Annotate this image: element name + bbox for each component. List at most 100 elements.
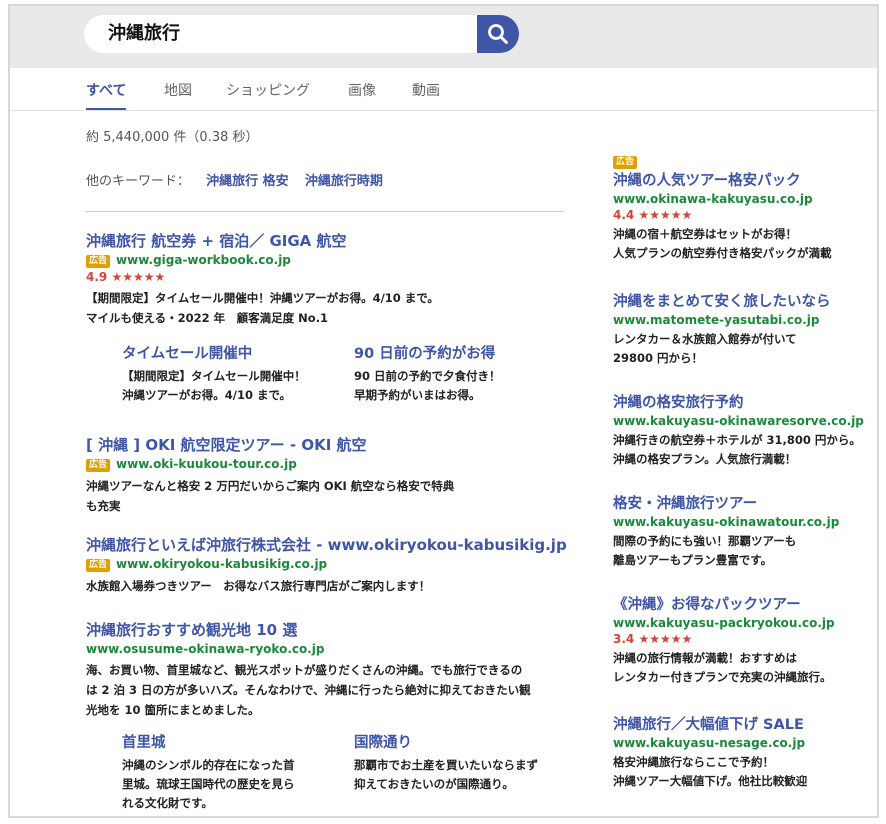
sitelink-title[interactable]: タイムセール開催中	[122, 342, 332, 363]
sitelink-line: 90 日前の予約で夕食付き！	[354, 369, 501, 383]
side-ad-title[interactable]: 沖縄の人気ツアー格安パック	[613, 169, 877, 190]
description-line: 沖縄ツアーなんと格安 2 万円だいからご案内 OKI 航空なら格安で特典	[86, 479, 455, 493]
side-ad-url[interactable]: www.kakuyasu-okinawatour.co.jp	[613, 515, 877, 529]
sitelink: 90 日前の予約がお得 90 日前の予約で夕食付き！ 早期予約がいまはお得。	[354, 342, 564, 405]
side-ad: 格安・沖縄旅行ツアー www.kakuyasu-okinawatour.co.j…	[613, 492, 877, 570]
side-ad-title[interactable]: 《沖縄》お得なパックツアー	[613, 593, 877, 614]
ad-badge: 広告	[86, 559, 111, 572]
description-line: 沖縄の宿＋航空券はセットがお得！	[613, 227, 797, 241]
result-title-link[interactable]: 沖縄旅行おすすめ観光地 10 選	[86, 619, 596, 640]
result-url[interactable]: www.okiryokou-kabusikig.co.jp	[116, 557, 327, 571]
tabs-divider	[10, 110, 877, 111]
tab-videos[interactable]: 動画	[412, 80, 440, 108]
related-keywords-label: 他のキーワード：	[86, 174, 191, 189]
description-line: 沖縄ツアー大幅値下げ。他社比較歓迎	[613, 774, 808, 788]
sitelink-line: れる文化財です。	[122, 796, 213, 810]
sitelink: 首里城 沖縄のシンボル的存在になった首 里城。琉球王国時代の歴史を見ら れる文化財で…	[122, 731, 332, 813]
rating-value: 3.4	[613, 632, 635, 646]
side-ad: 沖縄旅行／大幅値下げ SALE www.kakuyasu-nesage.co.j…	[613, 713, 877, 791]
tab-shopping[interactable]: ショッピング	[226, 80, 310, 108]
side-ad-url[interactable]: www.kakuyasu-nesage.co.jp	[613, 736, 877, 750]
description-line: 格安沖縄旅行ならここで予約！	[613, 755, 774, 769]
ad-badge: 広告	[86, 459, 111, 472]
result-url[interactable]: www.osusume-okinawa-ryoko.co.jp	[86, 642, 325, 656]
side-ad-url[interactable]: www.matomete-yasutabi.co.jp	[613, 313, 877, 327]
rating: 3.4 ★★★★★	[613, 632, 877, 646]
search-icon	[488, 24, 508, 44]
description-line: 沖縄の格安プラン。人気旅行満載！	[613, 452, 797, 466]
description-line: 離島ツアーもプラン豊富です。	[613, 553, 773, 567]
side-ad: 《沖縄》お得なパックツアー www.kakuyasu-packryokou.co…	[613, 593, 877, 687]
star-icons: ★★★★★	[638, 632, 693, 646]
sitelink-title[interactable]: 首里城	[122, 731, 332, 752]
sitelink-title[interactable]: 90 日前の予約がお得	[354, 342, 564, 363]
side-ad-url[interactable]: www.okinawa-kakuyasu.co.jp	[613, 192, 877, 206]
ad-badge: 広告	[86, 255, 111, 268]
description-line: 沖縄行きの航空券＋ホテルが 31,800 円から。	[613, 433, 861, 447]
rating: 4.9 ★★★★★	[86, 270, 596, 284]
description-line: 海、お買い物、首里城など、観光スポットが盛りだくさんの沖縄。でも旅行できるの	[86, 663, 523, 677]
side-ad-url[interactable]: www.kakuyasu-okinawaresorve.co.jp	[613, 414, 877, 428]
side-ad: 沖縄をまとめて安く旅したいなら www.matomete-yasutabi.co…	[613, 290, 877, 368]
sitelink-line: 里城。琉球王国時代の歴史を見ら	[122, 777, 295, 791]
keyword-link[interactable]: 沖縄旅行時期	[305, 174, 383, 189]
search-result: [ 沖縄 ] OKI 航空限定ツアー - OKI 航空 広告 www.oki-ku…	[86, 434, 596, 516]
result-title-link[interactable]: [ 沖縄 ] OKI 航空限定ツアー - OKI 航空	[86, 434, 596, 455]
related-keywords: 他のキーワード： 沖縄旅行 格安 沖縄旅行時期	[86, 170, 383, 189]
sitelink-line: 抑えておきたいのが国際通り。	[354, 777, 514, 791]
side-ad-url[interactable]: www.kakuyasu-packryokou.co.jp	[613, 616, 877, 630]
side-ad-title[interactable]: 格安・沖縄旅行ツアー	[613, 492, 877, 513]
tab-images[interactable]: 画像	[348, 80, 376, 108]
description-line: は 2 泊 3 日の方が多いハズ。そんなわけで、沖縄に行ったら絶対に抑えておきた…	[86, 683, 531, 697]
sitelink-line: 早期予約がいまはお得。	[354, 388, 481, 402]
description-line: 水族館入場券つきツアー お得なバス旅行専門店がご案内します！	[86, 579, 431, 593]
search-result: 沖縄旅行おすすめ観光地 10 選 www.osusume-okinawa-ryo…	[86, 619, 596, 720]
result-url[interactable]: www.oki-kuukou-tour.co.jp	[116, 457, 297, 471]
side-ad: 沖縄の格安旅行予約 www.kakuyasu-okinawaresorve.co…	[613, 391, 877, 469]
description-line: 【期間限定】タイムセール開催中！沖縄ツアーがお得。4/10 まで。	[86, 291, 439, 305]
result-title-link[interactable]: 沖縄旅行といえば沖旅行株式会社 - www.okiryokou-kabusiki…	[86, 534, 596, 555]
divider	[86, 211, 564, 212]
result-description: 海、お買い物、首里城など、観光スポットが盛りだくさんの沖縄。でも旅行できるの は…	[86, 660, 596, 720]
result-description: 【期間限定】タイムセール開催中！沖縄ツアーがお得。4/10 まで。 マイルも使え…	[86, 288, 596, 328]
result-stats: 約 5,440,000 件（0.38 秒）	[86, 130, 259, 145]
description-line: も充実	[86, 499, 121, 513]
side-ad: 広告 沖縄の人気ツアー格安パック www.okinawa-kakuyasu.co…	[613, 150, 877, 263]
sitelink-line: 沖縄ツアーがお得。4/10 まで。	[122, 388, 292, 402]
description-line: 間際の予約にも強い！那覇ツアーも	[613, 534, 797, 548]
description-line: 人気プランの航空券付き格安パックが満載	[613, 246, 832, 260]
result-description: 沖縄ツアーなんと格安 2 万円だいからご案内 OKI 航空なら格安で特典 も充実	[86, 476, 596, 516]
sitelink: タイムセール開催中 【期間限定】タイムセール開催中！ 沖縄ツアーがお得。4/10 …	[122, 342, 332, 405]
tab-maps[interactable]: 地図	[164, 80, 192, 108]
side-ad-title[interactable]: 沖縄の格安旅行予約	[613, 391, 877, 412]
rating: 4.4 ★★★★★	[613, 208, 877, 222]
rating-value: 4.4	[613, 208, 635, 222]
result-description: 水族館入場券つきツアー お得なバス旅行専門店がご案内します！	[86, 576, 596, 596]
sitelink-line: 沖縄のシンボル的存在になった首	[122, 758, 295, 772]
keyword-link[interactable]: 沖縄旅行 格安	[206, 174, 289, 189]
search-button[interactable]	[477, 15, 519, 53]
star-icons: ★★★★★	[638, 208, 693, 222]
search-header: 沖縄旅行	[10, 6, 877, 68]
rating-value: 4.9	[86, 270, 108, 284]
side-ad-title[interactable]: 沖縄旅行／大幅値下げ SALE	[613, 713, 877, 734]
result-title-link[interactable]: 沖縄旅行 航空券 + 宿泊／ GIGA 航空	[86, 230, 596, 251]
description-line: マイルも使える・2022 年 顧客満足度 No.1	[86, 311, 329, 325]
search-result: 沖縄旅行 航空券 + 宿泊／ GIGA 航空 広告 www.giga-workbo…	[86, 230, 596, 328]
description-line: レンタカー＆水族館入館券が付いて	[613, 332, 797, 346]
description-line: 光地を 10 箇所にまとめました。	[86, 703, 260, 717]
sitelink: 国際通り 那覇市でお土産を買いたいならまず 抑えておきたいのが国際通り。	[354, 731, 594, 794]
sitelink-title[interactable]: 国際通り	[354, 731, 594, 752]
result-url[interactable]: www.giga-workbook.co.jp	[116, 253, 291, 267]
search-result: 沖縄旅行といえば沖旅行株式会社 - www.okiryokou-kabusiki…	[86, 534, 596, 596]
side-ad-title[interactable]: 沖縄をまとめて安く旅したいなら	[613, 290, 877, 311]
star-icons: ★★★★★	[111, 270, 166, 284]
search-input[interactable]: 沖縄旅行	[84, 15, 482, 53]
description-line: 沖縄の旅行情報が満載！おすすめは	[613, 651, 797, 665]
tab-all[interactable]: すべて	[86, 80, 127, 111]
sitelink-line: 【期間限定】タイムセール開催中！	[122, 369, 306, 383]
description-line: 29800 円から！	[613, 351, 704, 365]
ad-badge: 広告	[613, 156, 638, 169]
search-results-page: 沖縄旅行 すべて 地図 ショッピング 画像 動画 約 5,440,000 件（0…	[8, 4, 879, 818]
description-line: レンタカー付きプランで充実の沖縄旅行。	[613, 670, 832, 684]
